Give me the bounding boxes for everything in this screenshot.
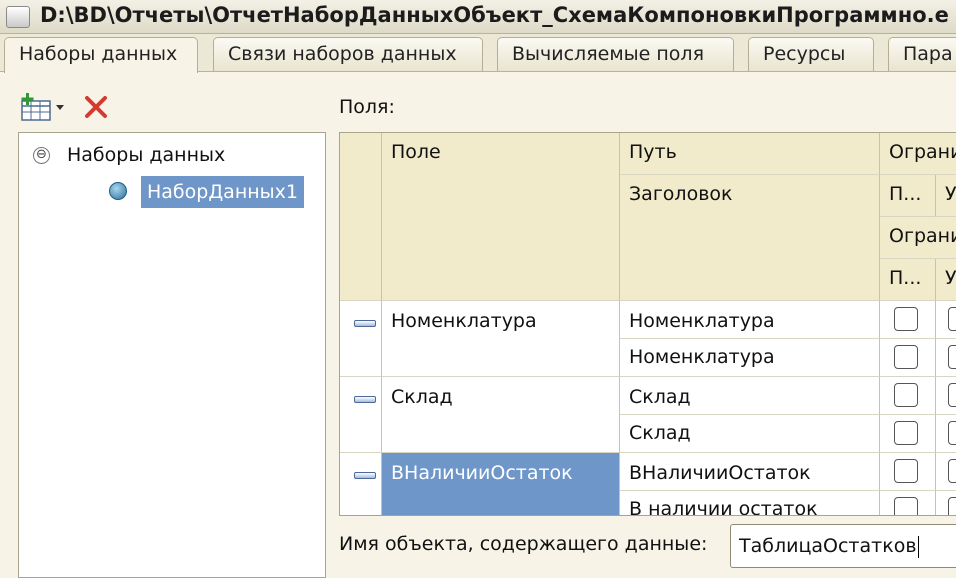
fields-table[interactable]: Поле Путь Заголовок Ограни П... У Ограни… [339,132,956,516]
window-title: D:\BD\Отчеты\ОтчетНаборДанныхОбъект_Схем… [40,3,949,27]
object-name-value: ТаблицаОстатков [739,535,917,557]
table-row-marker[interactable] [340,301,382,377]
checkbox[interactable] [894,459,918,483]
checkbox[interactable] [948,421,956,445]
table-cell-field[interactable]: Номенклатура [382,301,620,377]
checkbox[interactable] [948,307,956,331]
table-cell-check [936,453,956,491]
window-icon [6,6,30,28]
table-cell-path[interactable]: ВНаличииОстаток [620,453,880,491]
object-name-input[interactable]: ТаблицаОстатков [730,524,956,568]
tree-root-row[interactable]: ⊖ Наборы данных [19,140,319,170]
datasets-tree[interactable]: ⊖ Наборы данных НаборДанных1 [18,132,326,578]
checkbox[interactable] [948,497,956,515]
delete-icon[interactable] [82,92,110,122]
checkbox[interactable] [894,345,918,369]
field-marker-icon [354,472,376,479]
field-marker-icon [354,320,376,327]
checkbox[interactable] [894,383,918,407]
header-restriction-1[interactable]: Ограни [880,133,956,175]
table-row-marker[interactable] [340,377,382,453]
header-restriction-2[interactable]: Ограни [880,217,956,259]
fields-label: Поля: [339,96,395,118]
tree-item-label: НаборДанных1 [141,176,304,208]
table-cell-check [936,301,956,339]
tab-datasets[interactable]: Наборы данных [4,37,198,73]
checkbox[interactable] [948,345,956,369]
table-cell-check [880,301,936,339]
table-cell-title[interactable]: Склад [620,415,880,453]
collapse-toggle-icon[interactable]: ⊖ [33,147,50,164]
tab-resources[interactable]: Ресурсы [748,37,874,71]
text-caret [917,535,919,558]
table-cell-field[interactable]: Склад [382,377,620,453]
tree-root-label: Наборы данных [67,144,226,166]
checkbox[interactable] [894,307,918,331]
tab-bar: Наборы данных Связи наборов данных Вычис… [0,34,956,73]
dataset-object-icon [109,182,127,200]
tab-parameters[interactable]: Пара [888,37,956,71]
checkbox[interactable] [894,497,918,515]
table-cell-check [880,491,936,515]
table-cell-check [936,377,956,415]
title-bar: D:\BD\Отчеты\ОтчетНаборДанныхОбъект_Схем… [0,0,956,34]
table-cell-field-selected[interactable]: ВНаличииОстаток [382,453,620,515]
checkbox[interactable] [894,421,918,445]
table-cell-check [880,415,936,453]
table-cell-check [880,339,936,377]
header-title[interactable]: Заголовок [620,175,880,301]
header-field[interactable]: Поле [382,133,620,301]
header-sub-1[interactable]: П... [880,175,936,217]
header-sub-2[interactable]: У [936,175,956,217]
checkbox[interactable] [948,459,956,483]
table-cell-check [936,339,956,377]
table-cell-title[interactable]: Номенклатура [620,339,880,377]
table-cell-check [880,453,936,491]
tree-item-dataset1[interactable]: НаборДанных1 [19,176,319,208]
checkbox[interactable] [948,383,956,407]
object-name-label: Имя объекта, содержащего данные: [339,533,708,555]
table-cell-title[interactable]: В наличии остаток [620,491,880,515]
header-sub-3[interactable]: П... [880,259,936,301]
table-cell-check [880,377,936,415]
header-marker-cell [340,133,382,301]
table-cell-check [936,491,956,515]
header-sub-4[interactable]: У [936,259,956,301]
tab-dataset-links[interactable]: Связи наборов данных [213,37,483,71]
field-marker-icon [354,396,376,403]
add-dataset-icon[interactable] [18,92,70,122]
table-cell-check [936,415,956,453]
header-path[interactable]: Путь [620,133,880,175]
table-cell-path[interactable]: Номенклатура [620,301,880,339]
table-cell-path[interactable]: Склад [620,377,880,415]
tab-calculated-fields[interactable]: Вычисляемые поля [497,37,734,71]
table-row-marker[interactable] [340,453,382,515]
